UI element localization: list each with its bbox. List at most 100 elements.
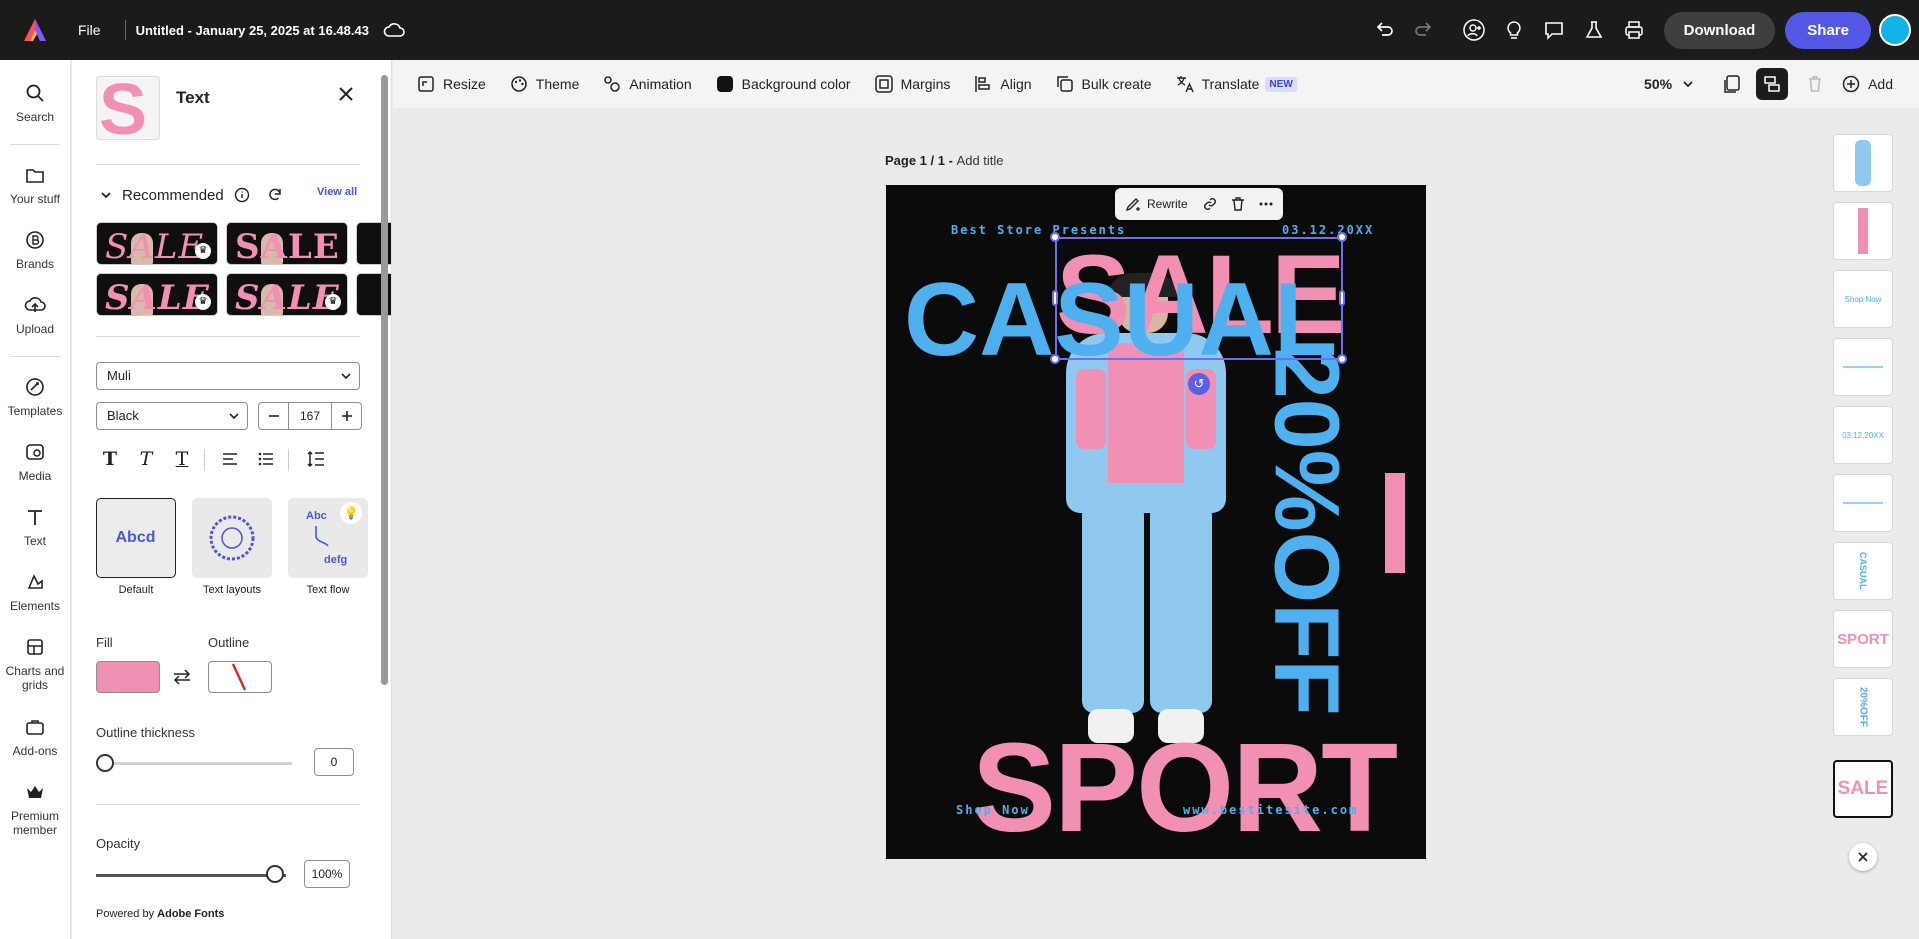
resize-handle[interactable] — [1052, 290, 1058, 306]
more-icon[interactable] — [1258, 196, 1274, 212]
layer-thumbnail-store[interactable] — [1833, 474, 1893, 532]
layer-thumbnail-site[interactable] — [1833, 338, 1893, 396]
toolbar-translate[interactable]: Translate NEW — [1176, 75, 1297, 93]
add-label[interactable]: Add — [1868, 76, 1893, 92]
poster-discount-text[interactable]: 20%OFF — [1254, 348, 1359, 716]
underline-icon[interactable]: T — [168, 445, 196, 473]
poster-shop-text[interactable]: Shop Now — [956, 803, 1030, 817]
resize-handle[interactable] — [1337, 232, 1347, 242]
decrease-button[interactable] — [259, 403, 289, 429]
layer-thumbnail-sale[interactable]: SALE — [1833, 760, 1893, 818]
rail-premium[interactable]: Premium member — [0, 781, 70, 837]
trash-icon[interactable] — [1230, 196, 1246, 212]
opacity-track[interactable] — [96, 874, 286, 877]
poster-casual-text[interactable]: CASUAL — [904, 268, 1337, 371]
toolbar-bulk-create[interactable]: Bulk create — [1056, 75, 1152, 93]
text-preset[interactable]: SALE ♛ — [96, 222, 218, 265]
chevron-down-icon[interactable] — [1682, 78, 1694, 90]
add-title-link[interactable]: Add title — [957, 153, 1004, 168]
rail-brands[interactable]: Brands — [0, 229, 70, 271]
trash-icon[interactable] — [1806, 75, 1824, 93]
rail-charts[interactable]: Charts and grids — [0, 636, 70, 692]
close-strip-button[interactable] — [1849, 843, 1877, 871]
opacity-knob[interactable] — [266, 865, 284, 883]
rail-addons[interactable]: Add-ons — [0, 716, 70, 758]
refresh-icon[interactable] — [266, 186, 284, 204]
recommended-header[interactable]: Recommended — [100, 186, 284, 204]
selection-box[interactable] — [1055, 237, 1343, 360]
powered-brand[interactable]: Adobe Fonts — [157, 908, 224, 920]
panel-scrollbar[interactable] — [381, 75, 388, 685]
toolbar-background-color[interactable]: Background color — [716, 75, 851, 93]
resize-handle[interactable] — [1050, 354, 1060, 364]
line-spacing-icon[interactable] — [302, 445, 330, 473]
add-icon[interactable] — [1842, 75, 1860, 93]
increase-button[interactable] — [331, 403, 361, 429]
toolbar-align[interactable]: Align — [974, 75, 1032, 93]
rail-search[interactable]: Search — [0, 82, 70, 124]
poster-site-text[interactable]: www.bestitesite.com — [1183, 803, 1358, 817]
flask-icon[interactable] — [1574, 10, 1614, 50]
close-icon[interactable] — [334, 82, 358, 106]
swap-icon[interactable] — [172, 669, 192, 685]
rail-media[interactable]: Media — [0, 441, 70, 483]
file-menu[interactable]: File — [70, 16, 109, 44]
print-icon[interactable] — [1614, 10, 1654, 50]
rail-your-stuff[interactable]: Your stuff — [0, 164, 70, 206]
outline-thickness-track[interactable] — [104, 762, 292, 765]
toolbar-margins[interactable]: Margins — [874, 75, 950, 93]
layers-toggle-button[interactable] — [1756, 68, 1789, 100]
share-button[interactable]: Share — [1785, 11, 1871, 49]
rail-elements[interactable]: Elements — [0, 571, 70, 613]
redo-icon[interactable] — [1404, 10, 1444, 50]
info-icon[interactable] — [234, 187, 250, 203]
toolbar-animation[interactable]: Animation — [603, 75, 692, 93]
lightbulb-icon[interactable]: 💡 — [340, 502, 362, 524]
lightbulb-icon[interactable] — [1494, 10, 1534, 50]
invite-icon[interactable] — [1454, 10, 1494, 50]
default-style-card[interactable]: Abcd — [96, 498, 176, 578]
text-flow-card[interactable]: Abc defg 💡 — [288, 498, 368, 578]
font-weight-dropdown[interactable]: Black — [96, 402, 248, 430]
opacity-input[interactable]: 100% — [304, 860, 350, 888]
font-family-dropdown[interactable]: Muli — [96, 362, 360, 390]
cloud-icon[interactable] — [383, 22, 405, 38]
zoom-level[interactable]: 50% — [1644, 76, 1672, 92]
rewrite-button[interactable]: Rewrite — [1147, 197, 1188, 211]
layer-thumbnail-shop[interactable]: Shop Now — [1833, 270, 1893, 328]
rotate-handle[interactable]: ↺ — [1188, 373, 1210, 395]
document-title[interactable]: Untitled - January 25, 2025 at 16.48.43 — [136, 23, 369, 38]
toolbar-theme[interactable]: Theme — [510, 75, 579, 93]
text-preset[interactable]: SALE — [226, 222, 348, 265]
italic-icon[interactable]: T — [132, 445, 160, 473]
layer-thumbnail-date[interactable]: 03.12.20XX — [1833, 406, 1893, 464]
adobe-express-logo[interactable] — [22, 17, 48, 43]
avatar[interactable] — [1879, 14, 1911, 46]
font-size-stepper[interactable]: 167 — [258, 402, 362, 430]
comment-icon[interactable] — [1534, 10, 1574, 50]
layer-thumbnail-bar[interactable] — [1833, 202, 1893, 260]
outline-swatch[interactable] — [208, 661, 272, 693]
text-layouts-card[interactable] — [192, 498, 272, 578]
resize-handle[interactable] — [1337, 354, 1347, 364]
outline-thickness-knob[interactable] — [96, 754, 114, 772]
fill-swatch[interactable] — [96, 661, 160, 693]
rail-templates[interactable]: Templates — [0, 376, 70, 418]
layer-thumbnail-casual[interactable]: CASUAL — [1833, 542, 1893, 600]
rewrite-icon[interactable] — [1125, 196, 1141, 212]
poster-pink-bar[interactable] — [1385, 473, 1405, 573]
align-left-icon[interactable] — [216, 445, 244, 473]
bold-icon[interactable]: T — [96, 445, 124, 473]
link-icon[interactable] — [1202, 196, 1218, 212]
rail-text[interactable]: Text — [0, 506, 70, 548]
layer-thumbnail-discount[interactable]: 20%OFF — [1833, 678, 1893, 736]
list-icon[interactable] — [252, 445, 280, 473]
pages-icon[interactable] — [1722, 74, 1742, 94]
toolbar-resize[interactable]: Resize — [417, 75, 486, 93]
rail-upload[interactable]: Upload — [0, 294, 70, 336]
resize-handle[interactable] — [1339, 290, 1345, 306]
text-preset[interactable]: SALE ♛ — [96, 273, 218, 316]
resize-handle[interactable] — [1050, 232, 1060, 242]
view-all-link[interactable]: View all — [317, 186, 357, 198]
layer-thumbnail-sport[interactable]: SPORT — [1833, 610, 1893, 668]
